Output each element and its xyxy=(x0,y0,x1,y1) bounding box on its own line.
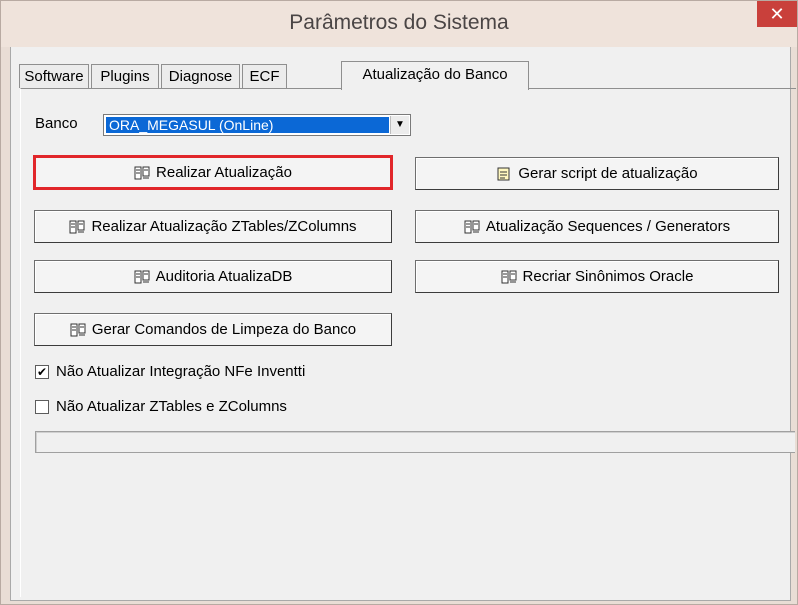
script-icon xyxy=(496,167,512,181)
server-icon xyxy=(464,220,480,234)
recriar-sinonimos-label: Recriar Sinônimos Oracle xyxy=(522,268,694,285)
server-icon xyxy=(70,323,86,337)
auditoria-button[interactable]: Auditoria AtualizaDB xyxy=(34,260,392,293)
title-bar[interactable]: Parâmetros do Sistema ✕ xyxy=(1,1,797,47)
realizar-atualizacao-label: Realizar Atualização xyxy=(156,164,292,181)
banco-selected-value: ORA_MEGASUL (OnLine) xyxy=(106,117,389,133)
realizar-atualizacao-button[interactable]: Realizar Atualização xyxy=(33,155,393,190)
sequences-generators-label: Atualização Sequences / Generators xyxy=(485,218,731,235)
server-icon xyxy=(69,220,85,234)
tab-ecf[interactable]: ECF xyxy=(242,64,287,88)
realizar-ztables-label: Realizar Atualização ZTables/ZColumns xyxy=(91,218,357,235)
window-title: Parâmetros do Sistema xyxy=(289,11,509,34)
check-icon[interactable]: ✔ xyxy=(35,364,49,379)
gerar-script-button[interactable]: Gerar script de atualização xyxy=(415,157,779,190)
checkbox-box[interactable] xyxy=(35,399,49,414)
server-icon xyxy=(134,270,150,284)
gerar-limpeza-label: Gerar Comandos de Limpeza do Banco xyxy=(91,321,357,338)
banco-select[interactable]: ORA_MEGASUL (OnLine) ▼ xyxy=(103,114,411,136)
server-icon xyxy=(134,166,150,180)
auditoria-label: Auditoria AtualizaDB xyxy=(155,268,293,285)
gerar-limpeza-button[interactable]: Gerar Comandos de Limpeza do Banco xyxy=(34,313,392,346)
tab-plugins[interactable]: Plugins xyxy=(91,64,159,88)
checkbox-ztables-label: Não Atualizar ZTables e ZColumns xyxy=(56,398,287,415)
checkbox-nfe-inventti[interactable]: ✔ Não Atualizar Integração NFe Inventti xyxy=(35,363,305,380)
tab-software[interactable]: Software xyxy=(19,64,89,88)
checkbox-ztables[interactable]: Não Atualizar ZTables e ZColumns xyxy=(35,398,287,415)
realizar-ztables-button[interactable]: Realizar Atualização ZTables/ZColumns xyxy=(34,210,392,243)
tab-atualizacao-banco[interactable]: Atualização do Banco xyxy=(341,61,529,90)
close-button[interactable]: ✕ xyxy=(757,1,797,27)
server-icon xyxy=(501,270,517,284)
chevron-down-icon[interactable]: ▼ xyxy=(390,116,409,134)
close-icon: ✕ xyxy=(769,4,785,24)
gerar-script-label: Gerar script de atualização xyxy=(518,165,698,182)
banco-label: Banco xyxy=(35,115,78,132)
checkbox-nfe-inventti-label: Não Atualizar Integração NFe Inventti xyxy=(56,363,306,380)
sequences-generators-button[interactable]: Atualização Sequences / Generators xyxy=(415,210,779,243)
recriar-sinonimos-button[interactable]: Recriar Sinônimos Oracle xyxy=(415,260,779,293)
progress-bar xyxy=(35,431,795,453)
tab-diagnose[interactable]: Diagnose xyxy=(161,64,240,88)
